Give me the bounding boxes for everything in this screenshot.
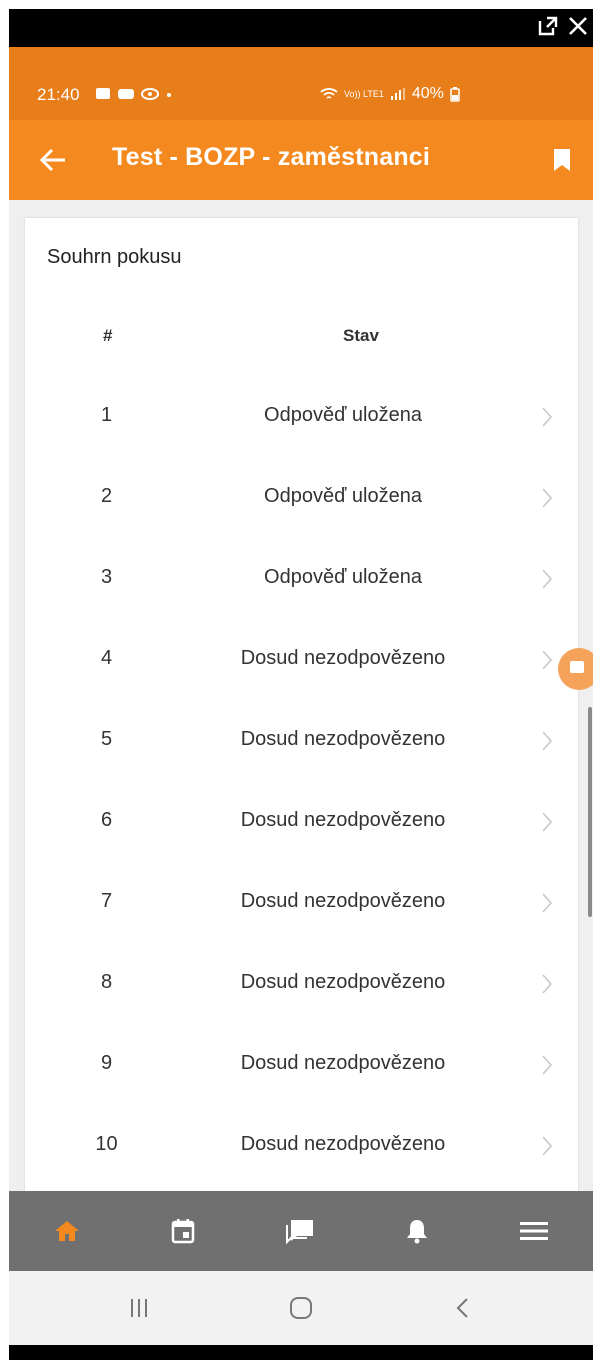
system-navigation-bar <box>9 1271 593 1345</box>
nav-messages[interactable] <box>242 1191 358 1271</box>
question-state: Odpověď uložena <box>264 485 422 507</box>
dot-icon <box>167 93 171 97</box>
back-system-button[interactable] <box>366 1271 560 1345</box>
question-row[interactable]: 3 Odpověď uložena <box>25 550 578 610</box>
bottom-navigation <box>9 1191 593 1271</box>
close-icon[interactable] <box>567 15 589 37</box>
question-number: 1 <box>100 404 113 426</box>
notifications-icon <box>407 1220 427 1244</box>
question-number: 9 <box>100 1052 113 1074</box>
app-bar: Test - BOZP - zaměstnanci <box>9 120 593 200</box>
nav-home[interactable] <box>9 1191 125 1271</box>
wifi-icon <box>320 88 338 99</box>
window-frame: 21:40 Vo)) LTE1 40% Test - BOZP - zaměst… <box>9 9 593 1360</box>
network-label: Vo)) LTE1 <box>344 89 384 99</box>
question-state: Odpověď uložena <box>264 404 422 426</box>
arrow-back-icon <box>39 148 65 172</box>
chevron-right-icon <box>542 650 553 670</box>
table-header: # Stav <box>25 326 578 356</box>
chevron-right-icon <box>542 731 553 751</box>
chevron-right-icon <box>542 488 553 508</box>
menu-icon <box>520 1222 548 1240</box>
question-row[interactable]: 8 Dosud nezodpovězeno <box>25 955 578 1015</box>
status-right: Vo)) LTE1 40% <box>320 85 460 103</box>
bookmark-button[interactable] <box>553 148 571 172</box>
video-icon <box>570 661 584 673</box>
battery-percent: 40% <box>411 85 444 102</box>
signal-icon <box>390 88 405 100</box>
home-icon <box>55 1221 79 1241</box>
question-row[interactable]: 9 Dosud nezodpovězeno <box>25 1036 578 1096</box>
attempt-summary-card: Souhrn pokusu # Stav 1 Odpověď uložena 2 Od… <box>25 218 578 1200</box>
notification-icons <box>95 87 173 101</box>
question-state: Dosud nezodpovězeno <box>240 890 446 912</box>
question-number: 10 <box>95 1133 118 1155</box>
question-row[interactable]: 7 Dosud nezodpovězeno <box>25 874 578 934</box>
page-title: Test - BOZP - zaměstnanci <box>112 143 431 171</box>
column-header-state: Stav <box>343 326 379 345</box>
nav-calendar[interactable] <box>125 1191 241 1271</box>
message-icon <box>96 88 110 99</box>
messages-icon <box>286 1220 313 1244</box>
status-bar: 21:40 Vo)) LTE1 40% <box>9 47 593 120</box>
back-button[interactable] <box>39 147 67 173</box>
question-state: Dosud nezodpovězeno <box>240 1133 446 1155</box>
scrollbar[interactable] <box>588 707 592 917</box>
question-row[interactable]: 4 Dosud nezodpovězeno <box>25 631 578 691</box>
question-number: 5 <box>100 728 113 750</box>
battery-icon <box>450 87 460 102</box>
chevron-right-icon <box>542 569 553 589</box>
chevron-right-icon <box>542 812 553 832</box>
question-number: 8 <box>100 971 113 993</box>
question-state: Dosud nezodpovězeno <box>240 1052 446 1074</box>
calendar-icon <box>171 1219 195 1244</box>
phone-screen: 21:40 Vo)) LTE1 40% Test - BOZP - zaměst… <box>9 47 593 1345</box>
question-number: 7 <box>100 890 113 912</box>
chevron-right-icon <box>542 407 553 427</box>
open-external-icon[interactable] <box>537 15 559 37</box>
question-number: 4 <box>100 647 113 669</box>
question-state: Dosud nezodpovězeno <box>240 971 446 993</box>
bookmark-icon <box>554 149 570 171</box>
question-state: Odpověď uložena <box>264 566 422 588</box>
question-state: Dosud nezodpovězeno <box>240 728 446 750</box>
question-row[interactable]: 10 Dosud nezodpovězeno <box>25 1117 578 1177</box>
column-header-number: # <box>103 326 113 345</box>
eye-icon <box>141 88 159 100</box>
question-number: 6 <box>100 809 113 831</box>
question-row[interactable]: 1 Odpověď uložena <box>25 388 578 448</box>
nav-notifications[interactable] <box>359 1191 475 1271</box>
chevron-right-icon <box>542 1055 553 1075</box>
summary-title: Souhrn pokusu <box>47 246 182 268</box>
home-circle-icon <box>290 1297 312 1319</box>
status-time: 21:40 <box>37 85 80 104</box>
recents-icon <box>131 1299 147 1317</box>
chevron-right-icon <box>542 974 553 994</box>
question-number: 3 <box>100 566 113 588</box>
chevron-right-icon <box>542 893 553 913</box>
question-number: 2 <box>100 485 113 507</box>
question-row[interactable]: 5 Dosud nezodpovězeno <box>25 712 578 772</box>
question-row[interactable]: 6 Dosud nezodpovězeno <box>25 793 578 853</box>
floating-action-button[interactable] <box>558 648 593 690</box>
app-notification-icon <box>118 89 134 99</box>
back-chevron-icon <box>456 1298 468 1318</box>
question-row[interactable]: 2 Odpověď uložena <box>25 469 578 529</box>
chevron-right-icon <box>542 1136 553 1156</box>
question-state: Dosud nezodpovězeno <box>240 647 446 669</box>
window-controls-bar <box>9 9 593 47</box>
nav-menu[interactable] <box>476 1191 592 1271</box>
question-state: Dosud nezodpovězeno <box>240 809 446 831</box>
